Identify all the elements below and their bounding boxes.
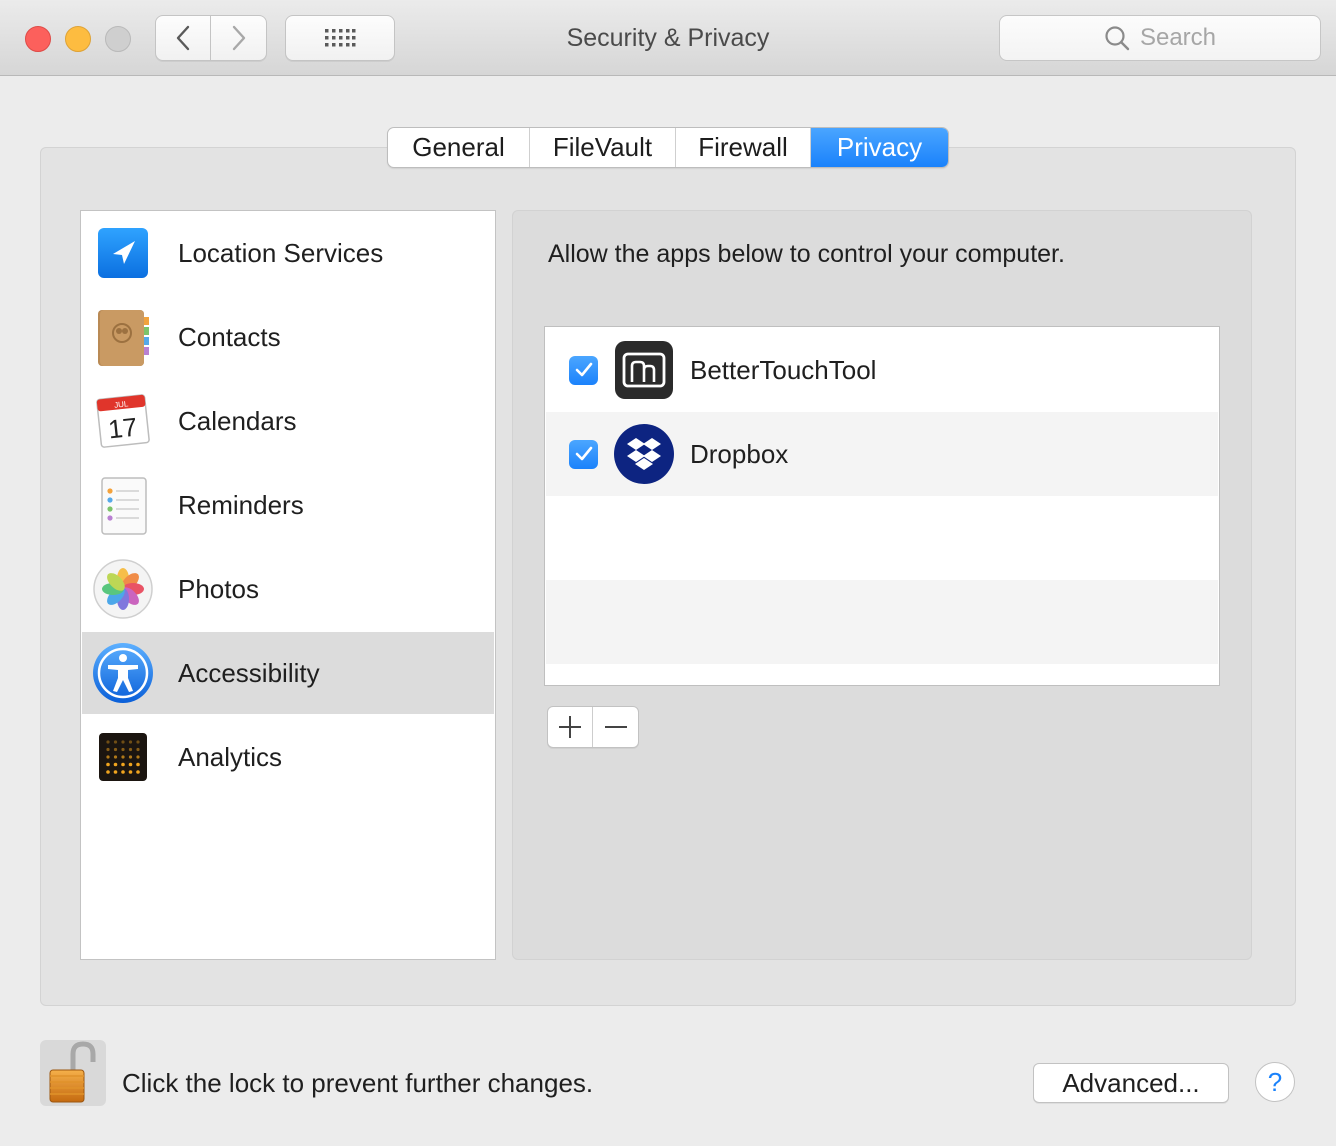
title-bar: Security & Privacy Search [0,0,1336,76]
reminders-icon [101,477,147,535]
app-row-dropbox[interactable]: Dropbox [546,412,1218,496]
search-icon [1105,26,1130,51]
app-enabled-checkbox[interactable] [569,439,598,469]
search-field[interactable]: Search [999,15,1321,61]
advanced-button[interactable]: Advanced... [1033,1063,1229,1103]
sidebar-item-label: Location Services [178,237,384,268]
help-button[interactable]: ? [1255,1062,1295,1102]
photos-flower-icon [93,559,153,619]
svg-text:JUL: JUL [114,399,130,409]
empty-list-row [546,496,1218,580]
unlocked-padlock-icon [49,1041,96,1103]
sidebar-item-calendars[interactable]: JUL 17 Calendars [82,380,494,462]
app-enabled-checkbox[interactable] [569,355,598,385]
checkmark-icon [575,362,592,377]
add-app-button[interactable] [548,707,594,747]
plus-icon [559,716,581,738]
app-row-bettertouchtool[interactable]: BetterTouchTool [546,328,1218,412]
lock-button[interactable] [40,1040,106,1106]
app-name: Dropbox [690,438,789,469]
sidebar-item-accessibility[interactable]: Accessibility [82,632,494,714]
tab-filevault[interactable]: FileVault [530,128,676,167]
tab-firewall[interactable]: Firewall [676,128,811,167]
minus-icon [604,726,627,728]
sidebar-item-label: Contacts [178,321,281,352]
calendar-icon: JUL 17 [96,394,150,448]
sidebar-item-label: Calendars [178,405,297,436]
sidebar-item-contacts[interactable]: Contacts [82,296,494,378]
dropbox-icon [614,424,674,484]
empty-list-row [546,580,1218,664]
allowed-apps-list[interactable]: BetterTouchTool Dropbox [544,326,1220,686]
sidebar-item-label: Photos [178,573,259,604]
svg-text:17: 17 [107,412,139,445]
panel-heading: Allow the apps below to control your com… [548,240,1065,268]
accessibility-icon [93,643,153,703]
tab-bar: General FileVault Firewall Privacy [387,127,949,168]
app-name: BetterTouchTool [690,354,877,385]
sidebar-item-label: Accessibility [178,657,320,688]
add-remove-control [547,706,639,748]
tab-privacy[interactable]: Privacy [811,128,948,167]
location-arrow-icon [98,228,148,278]
sidebar-item-label: Reminders [178,489,304,520]
lock-status-text: Click the lock to prevent further change… [122,1068,594,1098]
sidebar-item-reminders[interactable]: Reminders [82,464,494,546]
tab-general[interactable]: General [388,128,530,167]
bettertouchtool-icon [615,341,673,399]
sidebar-item-analytics[interactable]: Analytics [82,716,494,798]
privacy-category-list[interactable]: Location Services Contacts JUL 17 Calend… [80,210,496,960]
analytics-dots-icon [99,733,147,781]
sidebar-item-photos[interactable]: Photos [82,548,494,630]
remove-app-button[interactable] [593,707,638,747]
search-placeholder: Search [1139,24,1217,51]
sidebar-item-location-services[interactable]: Location Services [82,212,494,294]
checkmark-icon [575,446,592,461]
contacts-book-icon [98,310,149,366]
sidebar-item-label: Analytics [178,741,283,772]
